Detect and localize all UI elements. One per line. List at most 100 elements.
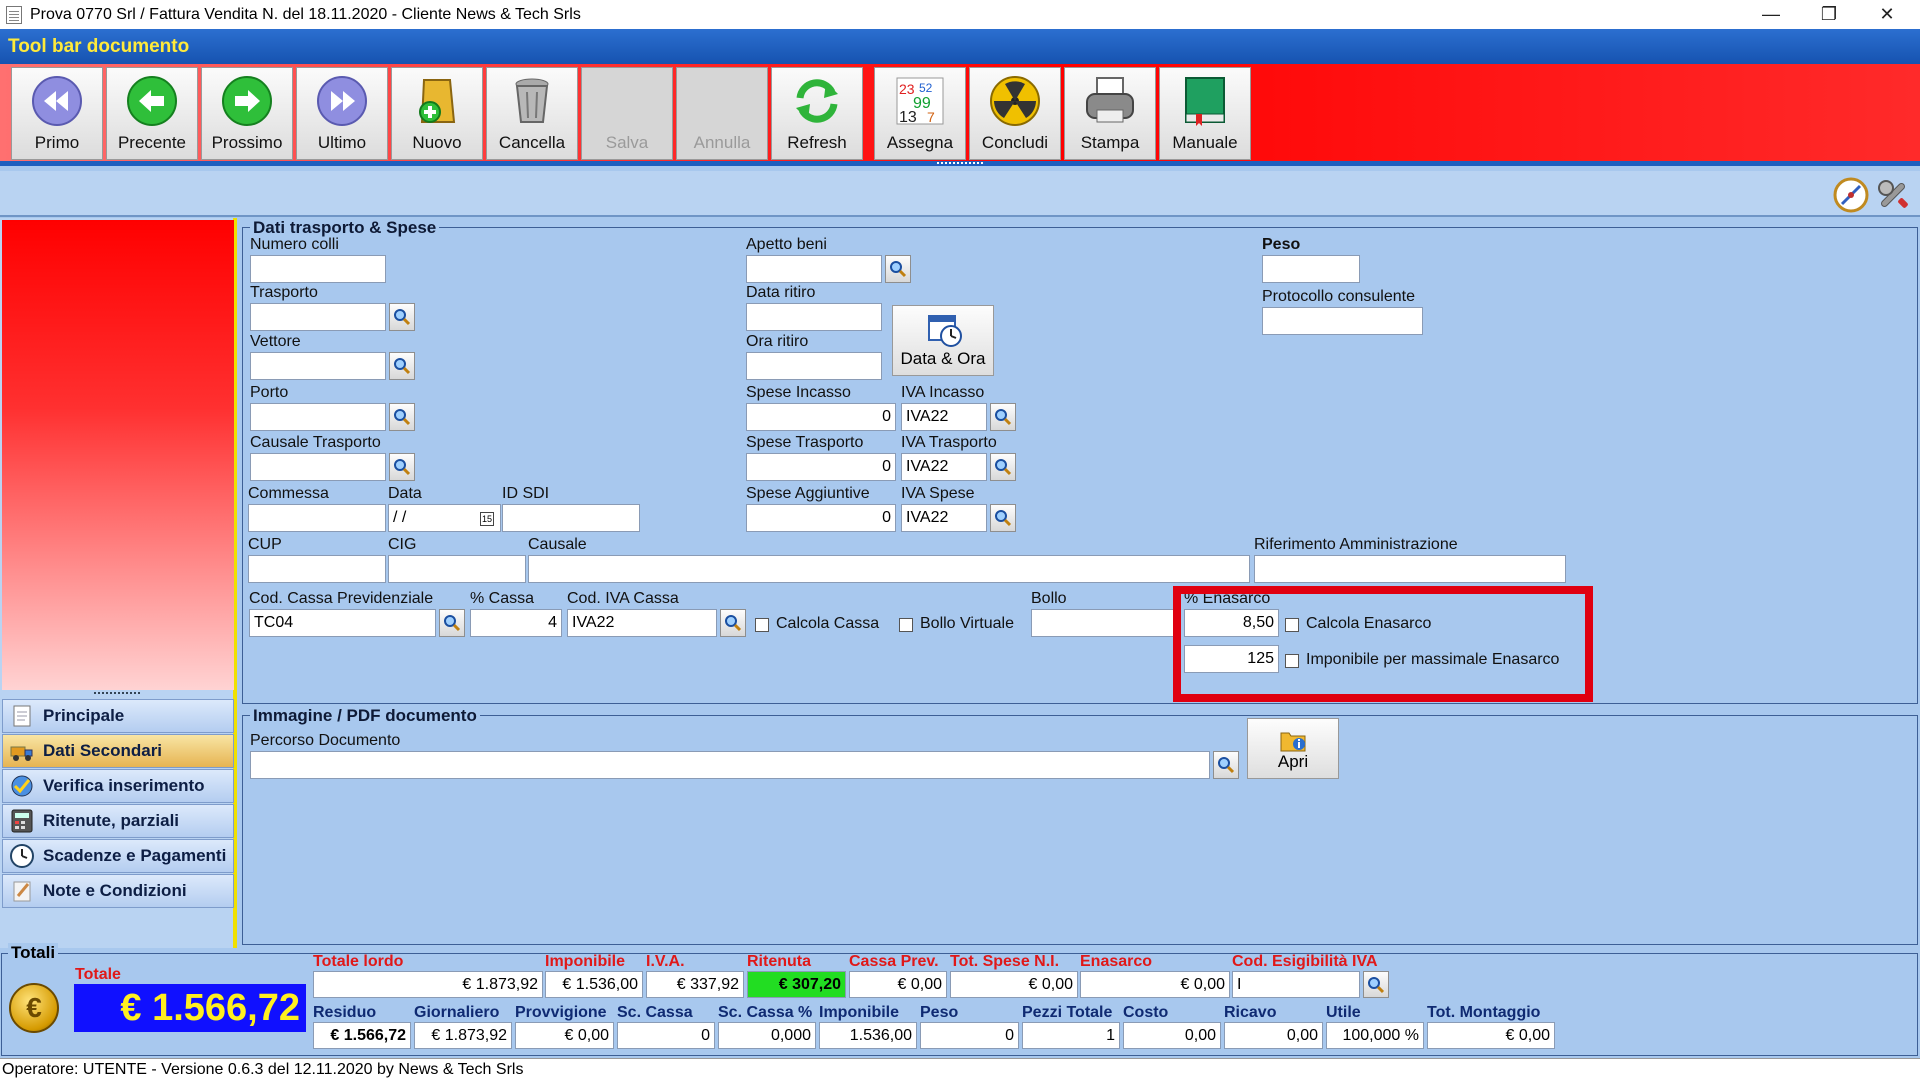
percorso-documento-input[interactable] xyxy=(250,751,1210,779)
causale-trasporto-input[interactable] xyxy=(250,453,386,481)
spese-aggiuntive-input[interactable]: 0 xyxy=(746,504,896,532)
nav-item-label: Note e Condizioni xyxy=(43,881,187,900)
iva-spese-input[interactable]: IVA22 xyxy=(901,504,987,532)
cod-iva-cassa-search-button[interactable] xyxy=(720,609,746,637)
cod-iva-cassa-input[interactable]: IVA22 xyxy=(567,609,717,637)
last-button[interactable]: Ultimo xyxy=(296,67,388,160)
cod-cassa-search-button[interactable] xyxy=(439,609,465,637)
protocollo-consulente-input[interactable] xyxy=(1262,307,1423,335)
provvigione-label: Provvigione xyxy=(515,1004,607,1021)
next-label: Prossimo xyxy=(211,133,283,152)
delete-button[interactable]: Cancella xyxy=(486,67,578,160)
imponibile-value: € 1.536,00 xyxy=(545,971,643,998)
porto-input[interactable] xyxy=(250,403,386,431)
group-title: Totali xyxy=(8,943,59,963)
percorso-search-button[interactable] xyxy=(1213,751,1239,779)
cod-esigibilita-iva-input[interactable]: I xyxy=(1232,971,1360,998)
iva-incasso-input[interactable]: IVA22 xyxy=(901,403,987,431)
bollo-input[interactable] xyxy=(1031,609,1176,637)
vettore-input[interactable] xyxy=(250,352,386,380)
refresh-button[interactable]: Refresh xyxy=(771,67,863,160)
riferimento-amministrazione-input[interactable] xyxy=(1254,555,1566,583)
apetto-beni-input[interactable] xyxy=(746,255,882,283)
folder-info-icon xyxy=(1280,732,1306,752)
vettore-search-button[interactable] xyxy=(389,352,415,380)
notepad-icon xyxy=(13,881,31,902)
iva-trasporto-input[interactable]: IVA22 xyxy=(901,453,987,481)
nav-item-note-condizioni[interactable]: Note e Condizioni xyxy=(2,874,234,908)
nav-item-principale[interactable]: Principale xyxy=(2,699,234,733)
calcola-cassa-checkbox[interactable] xyxy=(755,618,769,632)
first-label: Primo xyxy=(34,133,80,152)
open-button[interactable]: Apri xyxy=(1247,718,1339,779)
fast-forward-icon xyxy=(315,74,369,128)
manual-label: Manuale xyxy=(1172,133,1238,152)
nav-item-dati-secondari[interactable]: Dati Secondari xyxy=(2,734,234,768)
perc-cassa-input[interactable]: 4 xyxy=(470,609,562,637)
toolbar-grip[interactable] xyxy=(937,162,983,166)
close-button[interactable]: ✕ xyxy=(1858,0,1916,29)
maximize-button[interactable]: ❐ xyxy=(1800,0,1858,29)
left-panel-grip[interactable] xyxy=(94,692,140,696)
iva-incasso-label: IVA Incasso xyxy=(901,384,985,401)
nav-item-scadenze-pagamenti[interactable]: Scadenze e Pagamenti xyxy=(2,839,234,873)
cig-input[interactable] xyxy=(388,555,526,583)
print-button[interactable]: Stampa xyxy=(1064,67,1156,160)
commessa-input[interactable] xyxy=(248,504,386,532)
assign-label: Assegna xyxy=(886,133,954,152)
save-button[interactable]: Salva xyxy=(581,67,673,160)
undo-button[interactable]: Annulla xyxy=(676,67,768,160)
cod-cassa-previdenziale-input[interactable]: TC04 xyxy=(249,609,436,637)
previous-button[interactable]: Precente xyxy=(106,67,198,160)
spese-incasso-input[interactable]: 0 xyxy=(746,403,896,431)
spese-aggiuntive-label: Spese Aggiuntive xyxy=(746,485,870,502)
id-sdi-input[interactable] xyxy=(502,504,640,532)
iva-incasso-search-button[interactable] xyxy=(990,403,1016,431)
spese-trasporto-input[interactable]: 0 xyxy=(746,453,896,481)
cup-input[interactable] xyxy=(248,555,386,583)
minimize-button[interactable]: — xyxy=(1742,0,1800,29)
causale-trasporto-search-button[interactable] xyxy=(389,453,415,481)
nav-item-verifica-inserimento[interactable]: Verifica inserimento xyxy=(2,769,234,803)
compass-icon[interactable] xyxy=(1832,176,1870,214)
costo-value: 0,00 xyxy=(1123,1022,1221,1049)
tools-icon[interactable] xyxy=(1874,176,1912,214)
peso-input[interactable] xyxy=(1262,255,1360,283)
calendar-icon[interactable]: 15 xyxy=(480,512,494,526)
sc-cassa-perc-value: 0,000 xyxy=(718,1022,816,1049)
causale-input[interactable] xyxy=(528,555,1250,583)
conclude-button[interactable]: Concludi xyxy=(969,67,1061,160)
porto-search-button[interactable] xyxy=(389,403,415,431)
ritenuta-label: Ritenuta xyxy=(747,953,811,970)
esigibilita-search-button[interactable] xyxy=(1363,971,1389,998)
tot-spese-ni-value: € 0,00 xyxy=(950,971,1078,998)
data-ora-button[interactable]: Data & Ora xyxy=(892,305,994,376)
iva-trasporto-search-button[interactable] xyxy=(990,453,1016,481)
bollo-virtuale-checkbox[interactable] xyxy=(899,618,913,632)
manual-button[interactable]: Manuale xyxy=(1159,67,1251,160)
utile-value: 100,000 % xyxy=(1326,1022,1424,1049)
svg-text:52: 52 xyxy=(919,81,933,95)
numero-colli-input[interactable] xyxy=(250,255,386,283)
provvigione-value: € 0,00 xyxy=(515,1022,614,1049)
commessa-label: Commessa xyxy=(248,485,329,502)
nav-item-ritenute-parziali[interactable]: Ritenute, parziali xyxy=(2,804,234,838)
next-button[interactable]: Prossimo xyxy=(201,67,293,160)
ora-ritiro-input[interactable] xyxy=(746,352,882,380)
euro-coin-icon: € xyxy=(9,983,59,1033)
new-button[interactable]: Nuovo xyxy=(391,67,483,160)
trasporto-input[interactable] xyxy=(250,303,386,331)
iva-spese-search-button[interactable] xyxy=(990,504,1016,532)
data-ritiro-input[interactable] xyxy=(746,303,882,331)
nav-item-label: Principale xyxy=(43,706,125,725)
assign-button[interactable]: 23 52 99 13 7 Assegna xyxy=(874,67,966,160)
numbers-icon: 23 52 99 13 7 xyxy=(893,74,947,128)
ricavo-label: Ricavo xyxy=(1224,1004,1277,1021)
first-button[interactable]: Primo xyxy=(11,67,103,160)
numero-colli-label: Numero colli xyxy=(250,236,339,253)
apetto-beni-search-button[interactable] xyxy=(885,255,911,283)
vettore-label: Vettore xyxy=(250,333,301,350)
printer-icon xyxy=(1083,74,1137,128)
causale-label: Causale xyxy=(528,536,587,553)
trasporto-search-button[interactable] xyxy=(389,303,415,331)
